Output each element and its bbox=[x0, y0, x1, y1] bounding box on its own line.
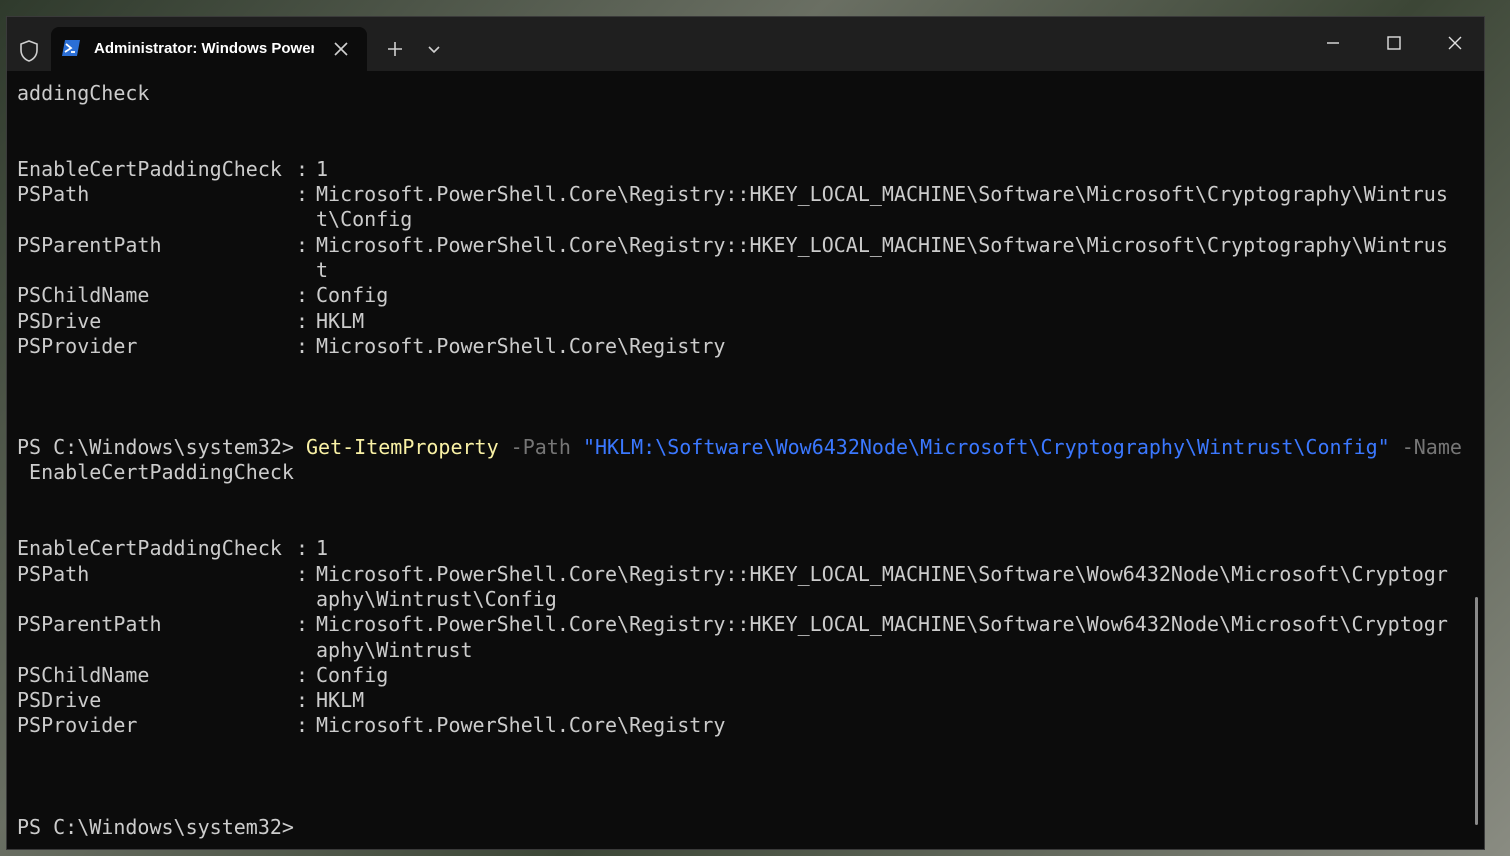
property-row: PSProvider: Microsoft.PowerShell.Core\Reg… bbox=[17, 333, 726, 358]
prompt: PS C:\Windows\system32> bbox=[17, 435, 306, 460]
window-close-icon[interactable] bbox=[1443, 31, 1467, 55]
property-row: PSProvider: Microsoft.PowerShell.Core\Reg… bbox=[17, 713, 726, 738]
minimize-icon[interactable] bbox=[1321, 31, 1345, 55]
path-value: "HKLM:\Software\Wow6432Node\Microsoft\Cr… bbox=[582, 435, 1390, 460]
property-row: PSChildName: Config bbox=[17, 283, 389, 308]
property-row: PSDrive: HKLM bbox=[17, 688, 365, 713]
name-param: -Name bbox=[1389, 435, 1462, 460]
property-row: PSPath: Microsoft.PowerShell.Core\Registr… bbox=[17, 561, 1448, 586]
scrollbar[interactable] bbox=[1475, 597, 1478, 825]
terminal-window: Administrator: Windows PowerShell adding… bbox=[6, 16, 1485, 850]
shield-icon bbox=[20, 40, 38, 62]
property-row-continuation: t\Config bbox=[316, 207, 413, 232]
tab-title: Administrator: Windows PowerShell bbox=[94, 40, 314, 57]
property-row: PSDrive: HKLM bbox=[17, 308, 365, 333]
powershell-icon bbox=[62, 40, 80, 56]
property-row: PSChildName: Config bbox=[17, 662, 389, 687]
cmdlet: Get-ItemProperty bbox=[305, 435, 499, 460]
output-line: addingCheck bbox=[17, 81, 150, 105]
property-row: EnableCertPaddingCheck:1 bbox=[17, 156, 329, 181]
title-bar[interactable]: Administrator: Windows PowerShell bbox=[7, 17, 1484, 71]
chevron-down-icon[interactable] bbox=[425, 41, 443, 59]
tab-powershell[interactable]: Administrator: Windows PowerShell bbox=[51, 27, 367, 71]
command-line: PS C:\Windows\system32> Get-ItemProperty… bbox=[17, 435, 1467, 460]
final-prompt: PS C:\Windows\system32> bbox=[17, 814, 294, 839]
property-row-continuation: aphy\Wintrust\Config bbox=[316, 586, 557, 611]
maximize-icon[interactable] bbox=[1382, 31, 1406, 55]
path-param: -Path bbox=[498, 435, 583, 460]
property-row: EnableCertPaddingCheck:1 bbox=[17, 536, 329, 561]
plus-icon[interactable] bbox=[385, 39, 405, 59]
property-row-continuation: t bbox=[316, 258, 329, 283]
command-line-continuation: EnableCertPaddingCheck bbox=[17, 460, 294, 485]
property-row: PSPath: Microsoft.PowerShell.Core\Registr… bbox=[17, 182, 1448, 207]
close-icon[interactable] bbox=[331, 39, 351, 59]
terminal-output[interactable]: addingCheck EnableCertPaddingCheck:1 PSP… bbox=[7, 71, 1467, 849]
property-row-continuation: aphy\Wintrust bbox=[316, 637, 473, 662]
property-row: PSParentPath: Microsoft.PowerShell.Core\R… bbox=[17, 612, 1448, 637]
property-row: PSParentPath: Microsoft.PowerShell.Core\R… bbox=[17, 232, 1448, 257]
